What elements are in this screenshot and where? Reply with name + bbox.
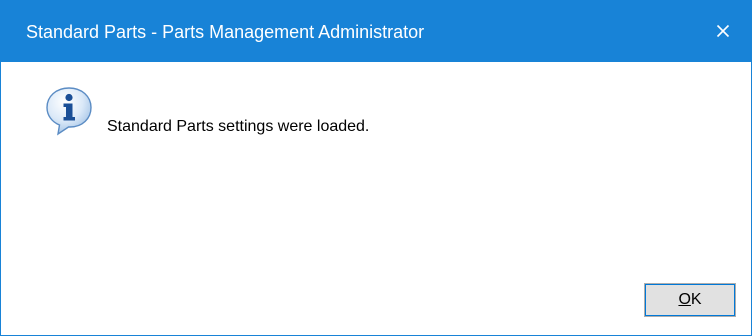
ok-button-mnemonic: O [678, 291, 691, 308]
dialog-content: Standard Parts settings were loaded. OK [1, 62, 751, 335]
close-icon [716, 24, 730, 38]
message-dialog: Standard Parts - Parts Management Admini… [0, 0, 752, 336]
window-title: Standard Parts - Parts Management Admini… [26, 22, 425, 42]
dialog-message: Standard Parts settings were loaded. [107, 118, 370, 135]
ok-button-label: K [690, 291, 702, 308]
close-button[interactable] [695, 0, 751, 62]
information-icon [46, 87, 92, 136]
title-bar[interactable]: Standard Parts - Parts Management Admini… [1, 0, 751, 62]
ok-button[interactable]: OK [644, 283, 736, 317]
